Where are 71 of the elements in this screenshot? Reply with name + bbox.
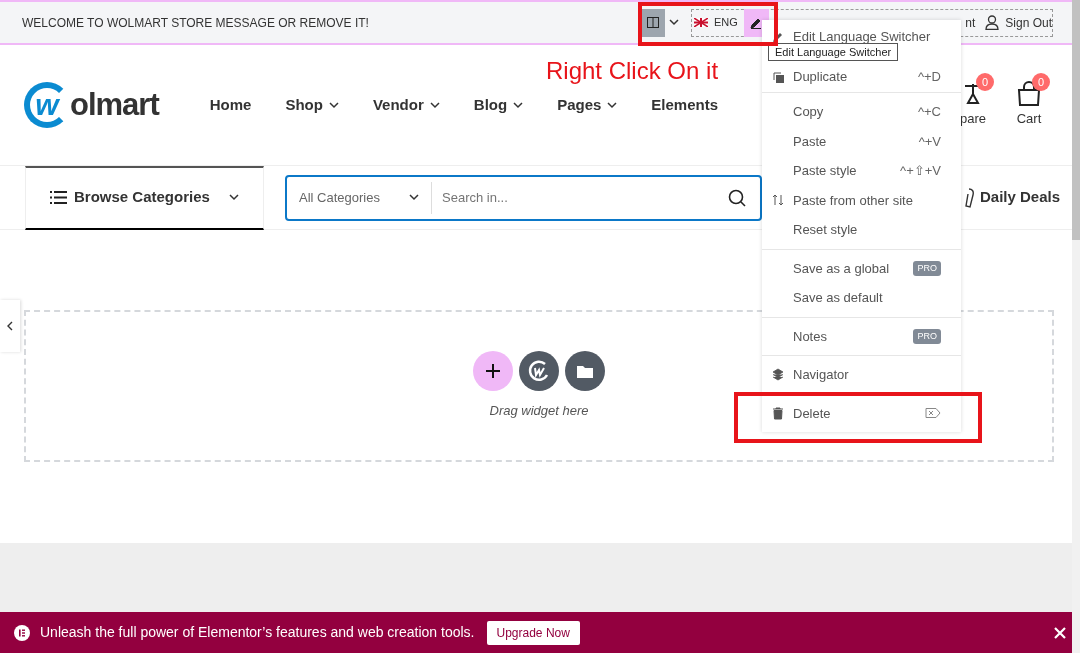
logo-text: olmart	[70, 85, 159, 124]
caret-icon	[409, 194, 419, 201]
delete-key-icon	[925, 408, 941, 419]
search-field[interactable]: Search in...	[432, 181, 728, 214]
daily-deals-link[interactable]: Daily Deals	[963, 186, 1060, 209]
search-box[interactable]: All Categories Search in...	[285, 174, 762, 221]
caret-icon	[229, 194, 239, 201]
menu-item[interactable]: Paste ^+V	[762, 126, 961, 156]
plus-icon	[486, 364, 500, 379]
shortcut-text: ^+C	[917, 103, 941, 121]
folder-button[interactable]	[565, 351, 605, 392]
user-icon	[985, 15, 1000, 30]
sign-out-link[interactable]: Sign Out	[1005, 13, 1052, 32]
menu-item[interactable]: Reset style	[762, 215, 961, 245]
menu-item[interactable]: Duplicate ^+D	[762, 66, 961, 88]
nav-link[interactable]: Shop	[285, 93, 339, 117]
menu-item[interactable]: Save as a global PRO	[762, 253, 961, 283]
notice-text: Unleash the full power of Elementor’s features and web creation tools.	[40, 623, 475, 642]
shortcut-text: ^+D	[917, 68, 941, 87]
tooltip: Edit Language Switcher	[768, 43, 899, 61]
column-handle[interactable]	[641, 8, 665, 37]
arrows-icon	[772, 193, 784, 207]
flag-icon[interactable]	[694, 18, 708, 27]
panel-toggle[interactable]	[0, 300, 20, 352]
pencil-icon	[750, 16, 763, 29]
search-icon[interactable]	[728, 188, 746, 207]
nav-link[interactable]: Pages	[557, 93, 618, 117]
trash-icon	[772, 406, 784, 420]
count-badge: 0	[1032, 73, 1050, 92]
tag-icon	[963, 187, 974, 208]
welcome-message: WELCOME TO WOLMART STORE MESSAGE OR REMOVE IT!	[22, 14, 370, 32]
language-label[interactable]: ENG	[714, 14, 738, 31]
menu-item[interactable]: Delete	[762, 398, 961, 428]
layers-icon	[772, 368, 784, 382]
menu-item[interactable]: Copy ^+C	[762, 97, 961, 127]
category-select[interactable]: All Categories	[287, 181, 432, 214]
caret-icon[interactable]	[669, 19, 679, 26]
menu-item[interactable]: Save as default	[762, 283, 961, 313]
copy-icon	[772, 70, 784, 84]
annotation-text: Right Click On it	[546, 56, 719, 86]
logo-icon	[527, 359, 551, 384]
caret-icon	[429, 101, 440, 109]
menu-item[interactable]: Paste style ^+⇧+V	[762, 156, 961, 186]
caret-icon	[513, 101, 524, 109]
column-icon	[647, 17, 659, 28]
elementor-icon	[14, 624, 30, 641]
template-button[interactable]	[519, 351, 559, 392]
count-badge: 0	[976, 73, 994, 92]
close-icon	[1054, 627, 1066, 640]
list-icon	[50, 191, 67, 204]
pencil-icon	[772, 30, 784, 44]
folder-icon	[577, 364, 593, 378]
chevron-icon	[7, 321, 13, 331]
upgrade-button[interactable]: Upgrade Now	[486, 620, 580, 645]
nav-link[interactable]: Vendor	[372, 93, 440, 117]
pro-badge: PRO	[913, 260, 941, 276]
drop-hint: Drag widget here	[489, 402, 589, 421]
pro-badge: PRO	[913, 328, 941, 344]
caret-icon	[328, 101, 339, 109]
shortcut-text: ^+V	[918, 132, 941, 151]
browse-categories-button[interactable]: Browse Categories	[25, 165, 264, 230]
nav-link[interactable]: Home	[209, 93, 252, 117]
account-link[interactable]: nt	[965, 13, 976, 32]
shortcut-text: ^+⇧+V	[900, 162, 941, 180]
menu-item[interactable]: Navigator	[762, 360, 961, 390]
caret-icon	[607, 101, 618, 109]
nav-link[interactable]: Elements	[651, 93, 719, 117]
menu-item[interactable]: Paste from other site	[762, 185, 961, 215]
menu-item[interactable]: Notes PRO	[762, 321, 961, 351]
nav-link[interactable]: Blog	[473, 93, 524, 117]
add-button[interactable]	[473, 351, 513, 392]
